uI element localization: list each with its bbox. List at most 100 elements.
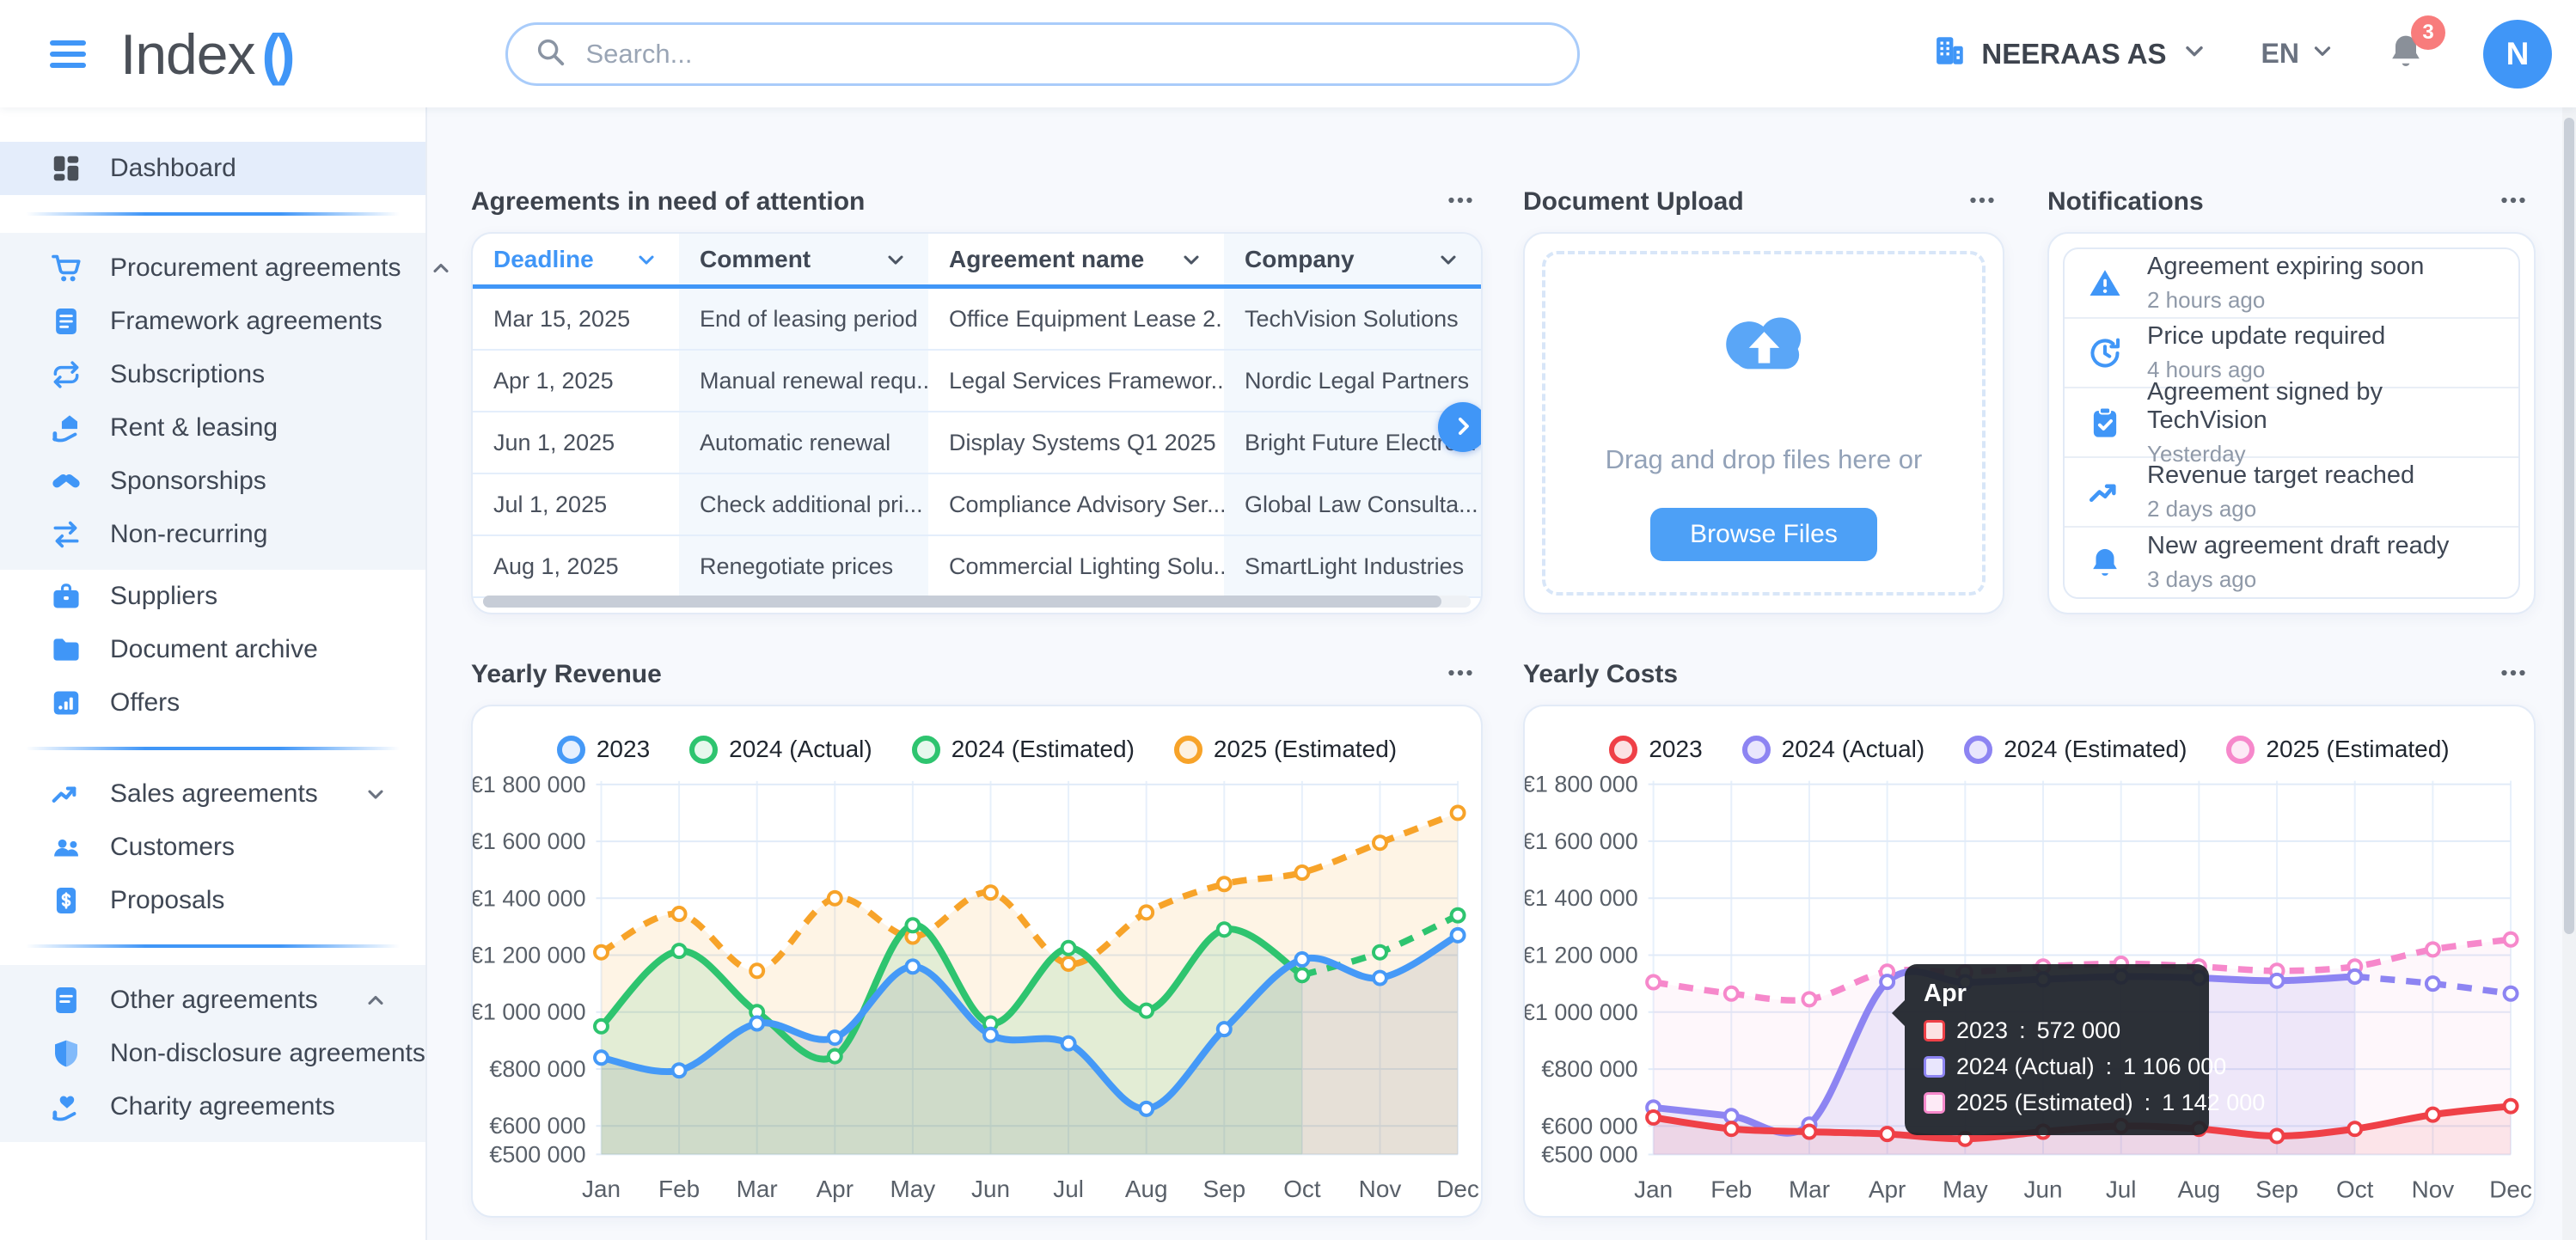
- notifications-menu-button[interactable]: [2498, 185, 2529, 218]
- notification-time: 2 days ago: [2147, 496, 2257, 522]
- tooltip-row: 2023:572 000: [1924, 1017, 2190, 1044]
- revenue-menu-button[interactable]: [1445, 657, 1476, 691]
- users-icon: [54, 839, 78, 857]
- table-row[interactable]: Aug 1, 2025 Renegotiate prices Commercial …: [473, 536, 1481, 598]
- dots-icon: [2498, 185, 2529, 218]
- chart-plot[interactable]: €1 800 000 €1 600 000 €1 400 000 €1 200 000…: [473, 772, 1481, 1219]
- column-header-comment[interactable]: Comment: [679, 234, 928, 284]
- legend-marker-icon: [2226, 735, 2255, 764]
- legend-item[interactable]: 2023: [1609, 735, 1703, 764]
- table-cell: Aug 1, 2025: [493, 553, 619, 579]
- file-dollar-icon: [56, 887, 76, 914]
- page-scrollbar[interactable]: [2562, 107, 2576, 1240]
- legend-item[interactable]: 2025 (Estimated): [2226, 735, 2450, 764]
- notification-item[interactable]: Agreement signed by TechVision Yesterday: [2065, 378, 2518, 467]
- legend-item[interactable]: 2023: [556, 735, 650, 764]
- table-horizontal-scrollbar[interactable]: [483, 596, 1471, 608]
- sidebar-item-non-recurring[interactable]: Non-recurring: [0, 508, 425, 561]
- upload-dropzone[interactable]: Drag and drop files here or Browse Files: [1542, 251, 1986, 596]
- trend-up-icon: [52, 786, 76, 803]
- sidebar-item-customers[interactable]: Customers: [0, 821, 425, 874]
- browse-files-button[interactable]: Browse Files: [1650, 507, 1877, 561]
- sidebar-item-label: Subscriptions: [110, 360, 266, 388]
- yearly-costs-chart[interactable]: 2023 2024 (Actual) 2024 (Estimated) 2025 (E…: [1523, 705, 2536, 1218]
- folder-icon: [50, 633, 83, 666]
- avatar[interactable]: N: [2483, 19, 2552, 89]
- sidebar-item-offers[interactable]: Offers: [0, 676, 425, 730]
- svg-text:€1 600 000: €1 600 000: [473, 828, 586, 854]
- svg-text:€600 000: €600 000: [489, 1113, 585, 1139]
- scrollbar-thumb[interactable]: [2564, 118, 2574, 934]
- legend-item[interactable]: 2025 (Estimated): [1173, 735, 1397, 764]
- sidebar-item-procurement-agreements[interactable]: Procurement agreements: [0, 241, 449, 295]
- table-cell: Renegotiate prices: [679, 536, 928, 596]
- sidebar-item-charity-agreements[interactable]: Charity agreements: [0, 1080, 425, 1133]
- cloud-upload-icon: [1725, 316, 1801, 369]
- svg-text:Jul: Jul: [1053, 1176, 1084, 1202]
- dots-icon: [1448, 669, 1472, 676]
- sidebar-item-sales-agreements[interactable]: Sales agreements: [0, 767, 425, 821]
- table-cell: TechVision Solutions: [1224, 289, 1481, 349]
- notification-item[interactable]: Revenue target reached 2 days ago: [2065, 458, 2518, 528]
- svg-text:Apr: Apr: [817, 1176, 854, 1202]
- chevron-down-icon: [888, 255, 903, 265]
- bell-icon: [2385, 35, 2426, 76]
- column-header-deadline[interactable]: Deadline: [473, 234, 679, 284]
- file-dollar-icon: [50, 884, 83, 917]
- language-label: EN: [2261, 38, 2299, 69]
- table-cell: Check additional pri...: [679, 474, 928, 534]
- sidebar-item-other-agreements[interactable]: Other agreements: [0, 974, 425, 1027]
- trend-up-icon: [50, 778, 83, 810]
- sidebar-item-framework-agreements[interactable]: Framework agreements: [0, 295, 425, 348]
- sidebar-item-dashboard[interactable]: Dashboard: [0, 142, 425, 195]
- warning-icon: [2087, 266, 2123, 302]
- column-header-company[interactable]: Company: [1224, 234, 1481, 284]
- table-cell: Office Equipment Lease 2...: [949, 305, 1224, 332]
- legend-item[interactable]: 2024 (Actual): [1741, 735, 1925, 764]
- sidebar-item-document-archive[interactable]: Document archive: [0, 623, 425, 676]
- language-selector[interactable]: EN: [2261, 38, 2335, 70]
- company-selector[interactable]: NEERAAS AS: [1931, 33, 2207, 76]
- legend-item[interactable]: 2024 (Estimated): [1964, 735, 2187, 764]
- yearly-revenue-chart[interactable]: 2023 2024 (Actual) 2024 (Estimated) 2025 (E…: [471, 705, 1483, 1218]
- main-content: Agreements in need of attention Deadline…: [427, 107, 2576, 1240]
- upload-menu-button[interactable]: [1967, 185, 1998, 218]
- notification-item[interactable]: New agreement draft ready 3 days ago: [2065, 528, 2518, 597]
- sidebar-item-proposals[interactable]: Proposals: [0, 874, 425, 927]
- sidebar-item-rent-leasing[interactable]: Rent & leasing: [0, 401, 425, 455]
- search-bar[interactable]: [505, 21, 1581, 86]
- sidebar-item-sponsorships[interactable]: Sponsorships: [0, 455, 425, 508]
- notifications-button[interactable]: 3: [2385, 15, 2445, 76]
- notification-item[interactable]: Agreement expiring soon 2 hours ago: [2065, 249, 2518, 319]
- dashboard-icon: [53, 156, 79, 181]
- search-input[interactable]: [585, 38, 1552, 70]
- table-row[interactable]: Jun 1, 2025 Automatic renewal Display Syst…: [473, 412, 1481, 474]
- legend-item[interactable]: 2024 (Actual): [689, 735, 872, 764]
- table-row[interactable]: Jul 1, 2025 Check additional pri... Compli…: [473, 474, 1481, 536]
- table-row[interactable]: Apr 1, 2025 Manual renewal requ... Legal S…: [473, 351, 1481, 412]
- svg-text:Oct: Oct: [1283, 1176, 1321, 1202]
- chevron-down-icon: [634, 247, 658, 272]
- table-next-button[interactable]: [1438, 402, 1481, 452]
- dots-icon: [1967, 185, 1998, 218]
- chart-legend: 2023 2024 (Actual) 2024 (Estimated) 2025 (E…: [1525, 706, 2534, 772]
- search-icon: [534, 35, 566, 72]
- scrollbar-thumb[interactable]: [483, 596, 1441, 608]
- sidebar-item-suppliers[interactable]: Suppliers: [0, 570, 425, 623]
- table-row[interactable]: Mar 15, 2025 End of leasing period Office …: [473, 289, 1481, 351]
- legend-label: 2024 (Actual): [1781, 736, 1925, 762]
- tooltip-series-name: 2025 (Estimated): [1956, 1090, 2133, 1115]
- legend-label: 2025 (Estimated): [2266, 736, 2450, 762]
- attention-menu-button[interactable]: [1445, 185, 1476, 218]
- table-cell: Automatic renewal: [679, 412, 928, 473]
- costs-menu-button[interactable]: [2498, 657, 2529, 691]
- sidebar-item-non-disclosure-agreements[interactable]: Non-disclosure agreements: [0, 1027, 425, 1080]
- legend-item[interactable]: 2024 (Estimated): [911, 735, 1135, 764]
- legend-marker-icon: [911, 735, 940, 764]
- sidebar-item-subscriptions[interactable]: Subscriptions: [0, 348, 425, 401]
- notification-time: 3 days ago: [2147, 566, 2257, 592]
- svg-text:€1 600 000: €1 600 000: [1525, 828, 1638, 854]
- table-cell: Global Law Consulta...: [1224, 474, 1481, 534]
- column-header-agreement-name[interactable]: Agreement name: [928, 234, 1224, 284]
- menu-button[interactable]: [50, 34, 86, 74]
